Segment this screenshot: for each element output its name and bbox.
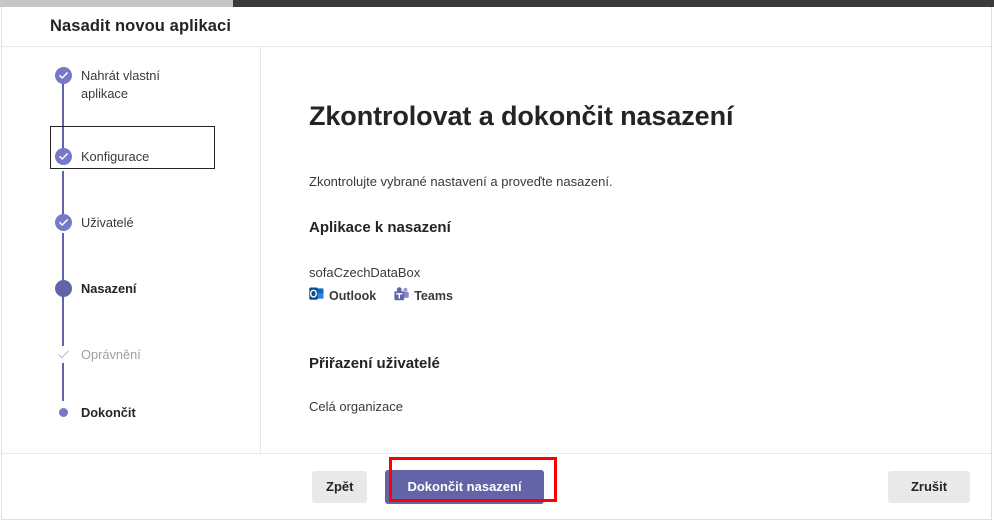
- stepper-marker-col: [51, 279, 75, 297]
- badge-label: Outlook: [329, 288, 377, 303]
- stepper-item-konfigurace[interactable]: Konfigurace: [51, 147, 231, 169]
- check-circle-icon: [54, 148, 72, 165]
- stepper-connector-4: [62, 295, 64, 347]
- horizontal-scrollbar-thumb[interactable]: [0, 0, 233, 7]
- stepper-marker-col: [51, 147, 75, 165]
- stepper-label: Oprávnění: [81, 347, 141, 362]
- cancel-button[interactable]: Zrušit: [888, 470, 970, 503]
- content-pane: Zkontrolovat a dokončit nasazení Zkontro…: [261, 47, 991, 453]
- badge-teams: Teams: [394, 287, 453, 304]
- page-subtitle: Zkontrolujte vybrané nastavení a proveďt…: [309, 174, 613, 189]
- stepper-item-uzivatele[interactable]: Uživatelé: [51, 213, 231, 235]
- dialog-header: Nasadit novou aplikaci: [2, 7, 991, 47]
- dialog-footer: Zpět Dokončit nasazení Zrušit: [2, 453, 991, 519]
- stepper-marker-col: [51, 213, 75, 231]
- stepper-label: Uživatelé: [81, 215, 134, 230]
- current-step-dot-icon: [54, 280, 72, 297]
- stepper-label: Nasazení: [81, 281, 137, 296]
- stepper-label: Nahrát vlastní aplikace: [81, 68, 160, 101]
- faint-check-icon: [54, 346, 72, 363]
- check-circle-icon: [54, 214, 72, 231]
- stepper-item-opravneni[interactable]: Oprávnění: [51, 345, 231, 367]
- badge-label: Teams: [414, 288, 453, 303]
- app-name: sofaCzechDataBox: [309, 265, 421, 280]
- page-title: Zkontrolovat a dokončit nasazení: [309, 101, 734, 131]
- apps-section-heading: Aplikace k nasazení: [309, 219, 451, 236]
- stepper-connector-3: [62, 233, 64, 285]
- stepper-marker-col: [51, 345, 75, 363]
- pending-step-dot-icon: [58, 408, 68, 417]
- back-button[interactable]: Zpět: [312, 470, 368, 503]
- finish-deployment-button[interactable]: Dokončit nasazení: [385, 469, 544, 504]
- stepper-marker-col: [51, 403, 75, 417]
- dialog-title: Nasadit novou aplikaci: [50, 17, 232, 35]
- assignment-value: Celá organizace: [309, 399, 403, 414]
- stepper-item-nasazeni[interactable]: Nasazení: [51, 279, 231, 301]
- stepper-marker-col: [51, 66, 75, 84]
- stepper-label: Dokončit: [81, 405, 136, 420]
- stepper-item-nahrat-vlastni-aplikace[interactable]: Nahrát vlastní aplikace: [51, 66, 231, 103]
- footer-primary-actions: Zpět Dokončit nasazení: [312, 469, 544, 504]
- wizard-stepper: Nahrát vlastní aplikace Konfigurace Uživ…: [51, 66, 231, 425]
- window-top-chrome: [0, 0, 994, 7]
- teams-icon: [394, 287, 409, 304]
- stepper-label: Konfigurace: [81, 149, 150, 164]
- outlook-icon: [309, 287, 324, 304]
- dialog-body: Nahrát vlastní aplikace Konfigurace Uživ…: [2, 47, 991, 453]
- stepper-item-dokoncit[interactable]: Dokončit: [51, 403, 231, 425]
- deploy-app-dialog: Nasadit novou aplikaci Nahrát vlastní ap…: [1, 7, 992, 520]
- app-capability-badges: Outlook Teams: [309, 287, 991, 304]
- check-circle-icon: [54, 67, 72, 84]
- assignment-section-heading: Přiřazení uživatelé: [309, 355, 440, 372]
- badge-outlook: Outlook: [309, 287, 376, 304]
- wizard-stepper-pane: Nahrát vlastní aplikace Konfigurace Uživ…: [2, 47, 261, 453]
